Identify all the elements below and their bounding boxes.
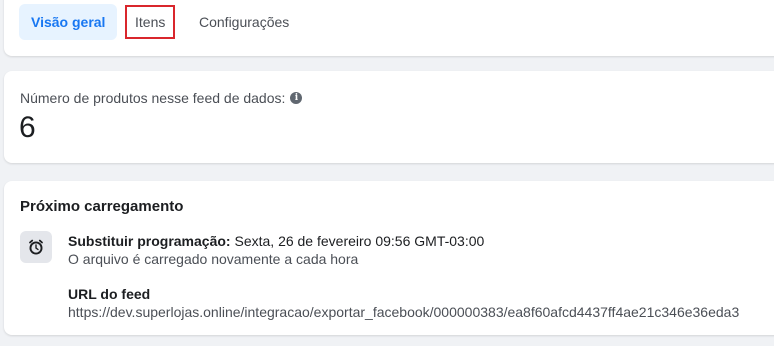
frequency-text: O arquivo é carregado novamente a cada h… (68, 251, 359, 267)
tab-settings[interactable]: Configurações (187, 4, 301, 40)
tab-items[interactable]: Itens (125, 5, 176, 39)
next-upload-card: Próximo carregamento Substituir programa… (4, 181, 774, 335)
schedule-value: Sexta, 26 de fevereiro 09:56 GMT-03:00 (234, 233, 485, 249)
clock-icon (20, 231, 52, 263)
schedule-line: Substituir programação: Sexta, 26 de fev… (68, 233, 484, 249)
next-upload-title: Próximo carregamento (20, 198, 184, 215)
info-icon[interactable]: i (290, 92, 303, 104)
tab-overview[interactable]: Visão geral (19, 4, 118, 40)
tabs-bar: Visão geral Itens Configurações (4, 0, 774, 56)
product-count-label-row: Número de produtos nesse feed de dados: … (20, 90, 303, 106)
feed-url[interactable]: https://dev.superlojas.online/integracao… (68, 304, 739, 320)
schedule-label: Substituir programação: (68, 233, 231, 249)
product-count-label: Número de produtos nesse feed de dados: (20, 90, 286, 106)
product-count-value: 6 (19, 111, 36, 144)
product-count-card: Número de produtos nesse feed de dados: … (4, 71, 774, 163)
feed-url-label: URL do feed (68, 286, 151, 302)
